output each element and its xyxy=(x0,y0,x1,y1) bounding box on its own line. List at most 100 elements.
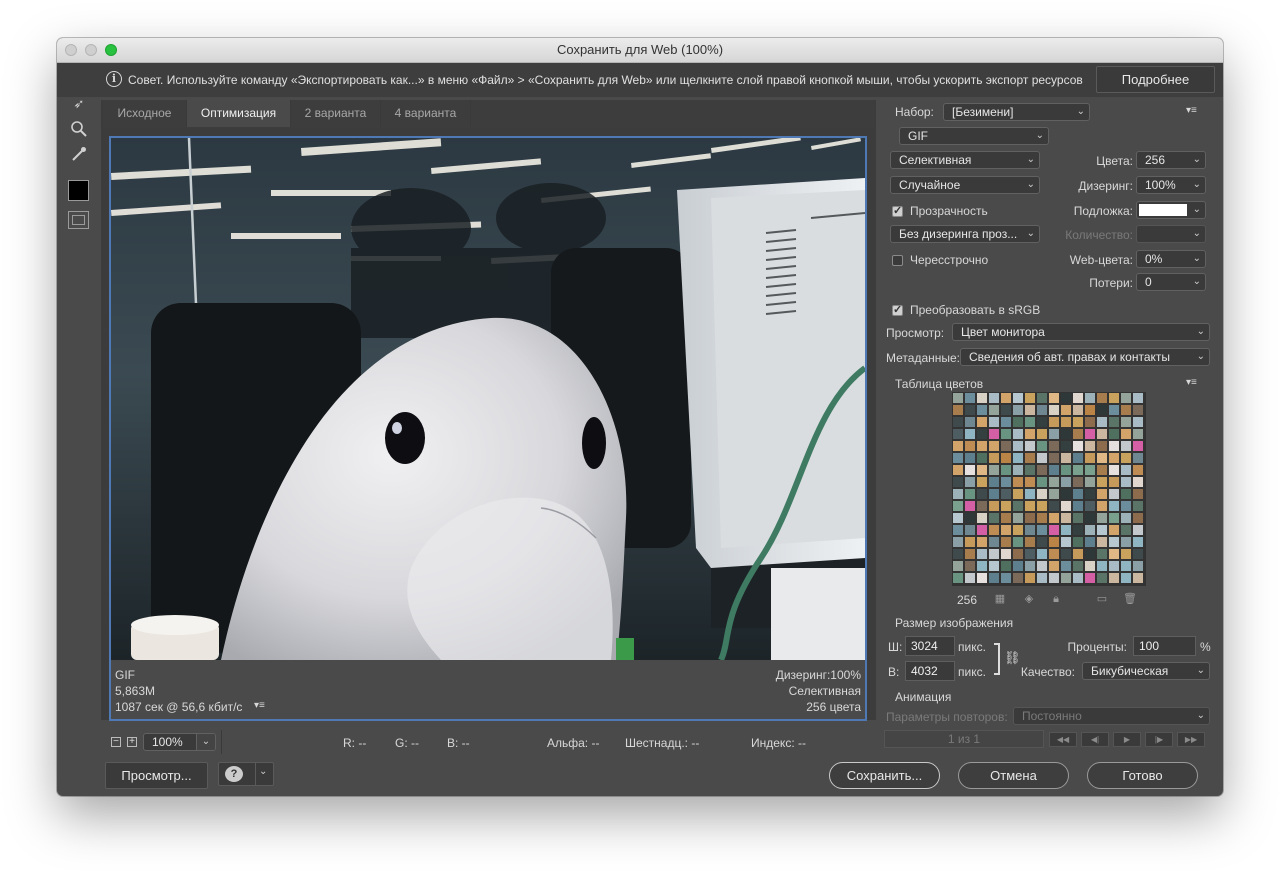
color-swatch[interactable] xyxy=(1085,429,1095,439)
color-swatch[interactable] xyxy=(1085,573,1095,583)
color-swatch[interactable] xyxy=(1109,441,1119,451)
color-swatch[interactable] xyxy=(1013,549,1023,559)
color-swatch[interactable] xyxy=(989,561,999,571)
tab-optimized[interactable]: Оптимизация xyxy=(187,100,291,127)
color-swatch[interactable] xyxy=(977,513,987,523)
color-swatch[interactable] xyxy=(1025,429,1035,439)
play-button[interactable]: ▶ xyxy=(1113,732,1141,747)
transparency-dither-select[interactable]: Без дизеринга проз... ⌄ xyxy=(890,225,1040,243)
trash-icon[interactable]: 🗑︎ xyxy=(1123,592,1137,606)
color-swatch[interactable] xyxy=(989,441,999,451)
color-swatch[interactable] xyxy=(1001,441,1011,451)
dither-algorithm-select[interactable]: Случайное ⌄ xyxy=(890,176,1040,194)
color-swatch[interactable] xyxy=(1133,441,1143,451)
transparency-checkbox[interactable] xyxy=(892,204,903,217)
color-swatch[interactable] xyxy=(1121,513,1131,523)
color-swatch[interactable] xyxy=(965,573,975,583)
color-swatch[interactable] xyxy=(1001,405,1011,415)
color-swatch[interactable] xyxy=(1037,537,1047,547)
color-swatch[interactable] xyxy=(977,477,987,487)
color-swatch[interactable] xyxy=(965,525,975,535)
color-swatch[interactable] xyxy=(1097,429,1107,439)
color-swatch[interactable] xyxy=(989,573,999,583)
color-swatch[interactable] xyxy=(1025,513,1035,523)
color-swatch[interactable] xyxy=(1001,465,1011,475)
color-swatch[interactable] xyxy=(1133,525,1143,535)
color-swatch[interactable] xyxy=(1049,561,1059,571)
color-swatch[interactable] xyxy=(1025,477,1035,487)
color-swatch[interactable] xyxy=(965,393,975,403)
color-swatch[interactable] xyxy=(1133,489,1143,499)
color-swatch[interactable] xyxy=(977,405,987,415)
color-swatch[interactable] xyxy=(1037,501,1047,511)
more-info-button[interactable]: Подробнее xyxy=(1096,66,1215,93)
color-swatch[interactable] xyxy=(1025,537,1035,547)
color-swatch[interactable] xyxy=(989,501,999,511)
color-swatch[interactable] xyxy=(1121,549,1131,559)
color-swatch[interactable] xyxy=(1097,561,1107,571)
web-snap-select[interactable]: 0% ⌄ xyxy=(1136,250,1206,268)
color-swatch[interactable] xyxy=(989,393,999,403)
preview-image[interactable] xyxy=(111,138,865,660)
color-swatch[interactable] xyxy=(1013,537,1023,547)
color-swatch[interactable] xyxy=(1037,465,1047,475)
color-swatch[interactable] xyxy=(1085,501,1095,511)
new-color-icon[interactable]: ▭ xyxy=(1095,592,1109,606)
color-swatch[interactable] xyxy=(1073,393,1083,403)
color-swatch[interactable] xyxy=(965,549,975,559)
zoom-tool-icon[interactable] xyxy=(67,118,91,140)
color-swatch[interactable] xyxy=(965,465,975,475)
color-reduction-select[interactable]: Селективная ⌄ xyxy=(890,151,1040,169)
color-swatch[interactable] xyxy=(1085,513,1095,523)
color-swatch[interactable] xyxy=(1049,501,1059,511)
color-swatch[interactable] xyxy=(1133,429,1143,439)
color-swatch[interactable] xyxy=(1121,405,1131,415)
color-swatch[interactable] xyxy=(989,453,999,463)
color-swatch[interactable] xyxy=(989,429,999,439)
color-swatch[interactable] xyxy=(1001,549,1011,559)
color-swatch[interactable] xyxy=(1121,573,1131,583)
color-swatch[interactable] xyxy=(1109,417,1119,427)
color-swatch[interactable] xyxy=(965,561,975,571)
color-swatch[interactable] xyxy=(1037,477,1047,487)
cancel-button[interactable]: Отмена xyxy=(958,762,1069,789)
color-swatch[interactable] xyxy=(953,501,963,511)
color-swatch[interactable] xyxy=(1013,573,1023,583)
color-swatch[interactable] xyxy=(1121,417,1131,427)
color-swatch[interactable] xyxy=(1073,525,1083,535)
color-swatch[interactable] xyxy=(1049,465,1059,475)
color-swatch[interactable] xyxy=(1061,405,1071,415)
color-swatch[interactable] xyxy=(1073,465,1083,475)
color-swatch[interactable] xyxy=(1073,513,1083,523)
color-swatch[interactable] xyxy=(1109,405,1119,415)
color-swatch[interactable] xyxy=(1025,573,1035,583)
color-swatch[interactable] xyxy=(1097,405,1107,415)
color-swatch[interactable] xyxy=(1133,549,1143,559)
color-swatch[interactable] xyxy=(1037,561,1047,571)
color-swatch[interactable] xyxy=(1061,513,1071,523)
color-swatch[interactable] xyxy=(1013,525,1023,535)
color-swatch[interactable] xyxy=(1037,453,1047,463)
color-swatch[interactable] xyxy=(1049,513,1059,523)
color-swatch[interactable] xyxy=(977,549,987,559)
color-swatch[interactable] xyxy=(1133,393,1143,403)
color-swatch[interactable] xyxy=(1097,573,1107,583)
color-swatch[interactable] xyxy=(1085,465,1095,475)
color-swatch[interactable] xyxy=(1001,573,1011,583)
color-swatch[interactable] xyxy=(1109,573,1119,583)
color-swatch[interactable] xyxy=(1109,489,1119,499)
color-swatch[interactable] xyxy=(1133,465,1143,475)
color-swatch[interactable] xyxy=(1061,549,1071,559)
color-swatch[interactable] xyxy=(953,537,963,547)
color-swatch[interactable] xyxy=(953,573,963,583)
color-swatch[interactable] xyxy=(1073,429,1083,439)
color-swatch[interactable] xyxy=(1001,525,1011,535)
preview-mode-select[interactable]: Цвет монитора ⌄ xyxy=(952,323,1210,341)
color-swatch[interactable] xyxy=(1049,417,1059,427)
color-swatch[interactable] xyxy=(977,417,987,427)
color-swatch[interactable] xyxy=(1061,537,1071,547)
width-input[interactable]: 3024 xyxy=(905,636,955,656)
color-swatch[interactable] xyxy=(977,537,987,547)
color-swatch[interactable] xyxy=(1049,441,1059,451)
color-swatch[interactable] xyxy=(989,417,999,427)
